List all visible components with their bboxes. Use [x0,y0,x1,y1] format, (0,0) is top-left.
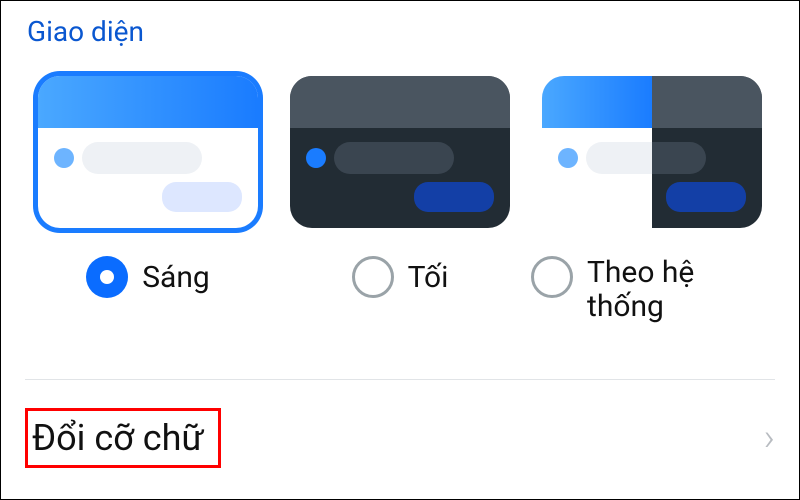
theme-radio-dark-row[interactable]: Tối [352,256,449,298]
theme-options: Sáng Tối Theo hệ thống [1,54,799,324]
radio-unselected-icon[interactable] [531,256,573,298]
theme-radio-system-row[interactable]: Theo hệ thống [531,256,773,324]
theme-label-light: Sáng [142,260,210,295]
theme-preview-system [542,76,762,228]
font-size-highlight-box: Đổi cỡ chữ [25,408,221,468]
font-size-row[interactable]: Đổi cỡ chữ › [25,399,775,477]
divider [25,379,775,380]
radio-selected-icon[interactable] [86,256,128,298]
theme-option-light[interactable]: Sáng [27,76,269,324]
font-size-label: Đổi cỡ chữ [32,417,204,459]
theme-preview-light [38,76,258,228]
section-title: Giao diện [1,1,799,54]
theme-radio-light-row[interactable]: Sáng [86,256,210,298]
radio-unselected-icon[interactable] [352,256,394,298]
theme-option-system[interactable]: Theo hệ thống [531,76,773,324]
theme-preview-dark [290,76,510,228]
theme-label-system: Theo hệ thống [587,256,773,324]
theme-option-dark[interactable]: Tối [279,76,521,324]
chevron-right-icon: › [764,416,775,460]
theme-label-dark: Tối [408,260,449,295]
